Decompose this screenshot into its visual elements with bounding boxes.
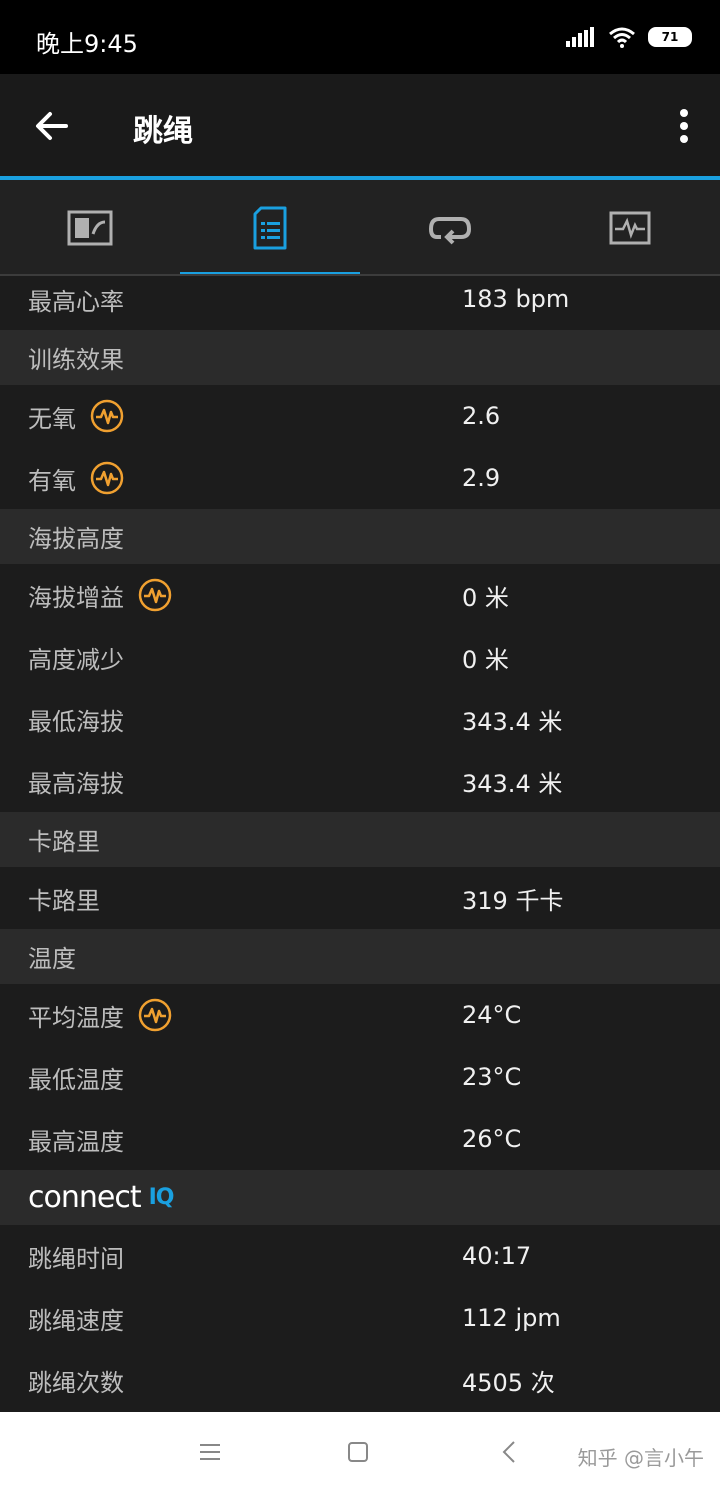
status-icons: 71	[566, 26, 692, 48]
menu-icon[interactable]	[198, 1440, 222, 1464]
row-max-hr: 最高心率 183 bpm	[0, 276, 720, 330]
row-jump-count: 跳绳次数 4505 次	[0, 1349, 720, 1411]
row-label: 最低海拔	[28, 707, 124, 736]
document-list-icon	[253, 206, 287, 250]
row-calories: 卡路里 319 千卡	[0, 867, 720, 929]
row-label: 最高温度	[28, 1127, 124, 1156]
section-label: 训练效果	[28, 346, 124, 374]
section-calories: 卡路里	[0, 812, 720, 867]
signal-icon	[566, 27, 594, 47]
row-label-wrap: 无氧	[28, 385, 124, 447]
connect-brand: connect	[28, 1180, 142, 1215]
row-value: 26°C	[462, 1125, 522, 1153]
row-anaerobic: 无氧 2.6	[0, 385, 720, 447]
tab-charts[interactable]	[540, 180, 720, 276]
dashboard-icon	[67, 210, 113, 246]
details-list: 最高心率 183 bpm 训练效果 无氧 2.6 有氧 2.9 海拔高度 海拔增…	[0, 276, 720, 1412]
row-elevation-loss: 高度减少 0 米	[0, 626, 720, 688]
section-elevation: 海拔高度	[0, 509, 720, 564]
row-label-wrap: 海拔增益	[28, 564, 172, 626]
tab-overview[interactable]	[0, 180, 180, 276]
home-icon[interactable]	[346, 1440, 370, 1464]
row-label: 有氧	[28, 466, 76, 495]
row-label: 跳绳时间	[28, 1244, 124, 1273]
row-value: 2.6	[462, 402, 501, 430]
row-value: 4505 次	[462, 1368, 555, 1397]
row-value: 0 米	[462, 583, 509, 612]
row-label: 卡路里	[28, 886, 100, 915]
battery-level: 71	[661, 30, 679, 44]
row-jump-time: 跳绳时间 40:17	[0, 1225, 720, 1287]
training-effect-icon[interactable]	[90, 399, 124, 433]
page-title: 跳绳	[133, 114, 193, 149]
row-avg-temperature: 平均温度 24°C	[0, 984, 720, 1046]
row-min-temperature: 最低温度 23°C	[0, 1046, 720, 1108]
row-min-elevation: 最低海拔 343.4 米	[0, 688, 720, 750]
row-value: 343.4 米	[462, 769, 563, 798]
section-label: 卡路里	[28, 828, 100, 856]
row-label: 最高海拔	[28, 769, 124, 798]
status-bar: 晚上9:45 71	[0, 0, 720, 74]
row-value: 2.9	[462, 464, 501, 492]
section-training-effect: 训练效果	[0, 330, 720, 385]
row-label: 跳绳速度	[28, 1306, 124, 1335]
row-value: 23°C	[462, 1063, 522, 1091]
more-vert-icon[interactable]	[676, 108, 692, 144]
training-effect-icon[interactable]	[138, 578, 172, 612]
row-value: 183 bpm	[462, 285, 570, 313]
row-label: 海拔增益	[28, 583, 124, 612]
loop-icon	[428, 217, 472, 245]
connect-iq-logo: connect IQ	[28, 1170, 175, 1225]
row-jump-speed: 跳绳速度 112 jpm	[0, 1287, 720, 1349]
section-connect-iq: connect IQ	[0, 1170, 720, 1225]
section-temperature: 温度	[0, 929, 720, 984]
row-label-wrap: 平均温度	[28, 984, 172, 1046]
wifi-icon	[609, 27, 635, 48]
back-icon[interactable]	[498, 1440, 522, 1464]
connect-iq-mark: IQ	[148, 1185, 175, 1210]
row-label: 高度减少	[28, 645, 124, 674]
app-bar: 跳绳	[0, 74, 720, 176]
row-label-wrap: 有氧	[28, 447, 124, 509]
section-label: 海拔高度	[28, 525, 124, 553]
battery-icon: 71	[648, 27, 692, 47]
row-value: 24°C	[462, 1001, 522, 1029]
row-label: 最低温度	[28, 1065, 124, 1094]
tab-laps[interactable]	[360, 180, 540, 276]
row-value: 319 千卡	[462, 886, 564, 915]
activity-chart-icon	[609, 211, 651, 245]
system-nav-bar: 知乎 @言小午	[0, 1412, 720, 1499]
row-aerobic: 有氧 2.9	[0, 447, 720, 509]
row-max-temperature: 最高温度 26°C	[0, 1108, 720, 1170]
training-effect-icon[interactable]	[90, 461, 124, 495]
training-effect-icon[interactable]	[138, 998, 172, 1032]
status-time: 晚上9:45	[36, 30, 138, 58]
row-value: 40:17	[462, 1242, 532, 1270]
row-max-elevation: 最高海拔 343.4 米	[0, 750, 720, 812]
row-elevation-gain: 海拔增益 0 米	[0, 564, 720, 626]
row-value: 343.4 米	[462, 707, 563, 736]
row-value: 0 米	[462, 645, 509, 674]
watermark: 知乎 @言小午	[577, 1446, 704, 1470]
row-label: 最高心率	[28, 287, 124, 316]
row-label: 无氧	[28, 404, 76, 433]
row-label: 跳绳次数	[28, 1368, 124, 1397]
row-value: 112 jpm	[462, 1304, 561, 1332]
row-label: 平均温度	[28, 1003, 124, 1032]
back-arrow-icon[interactable]	[34, 108, 70, 144]
tab-bar	[0, 180, 720, 276]
tab-details[interactable]	[180, 180, 360, 276]
section-label: 温度	[28, 945, 76, 973]
